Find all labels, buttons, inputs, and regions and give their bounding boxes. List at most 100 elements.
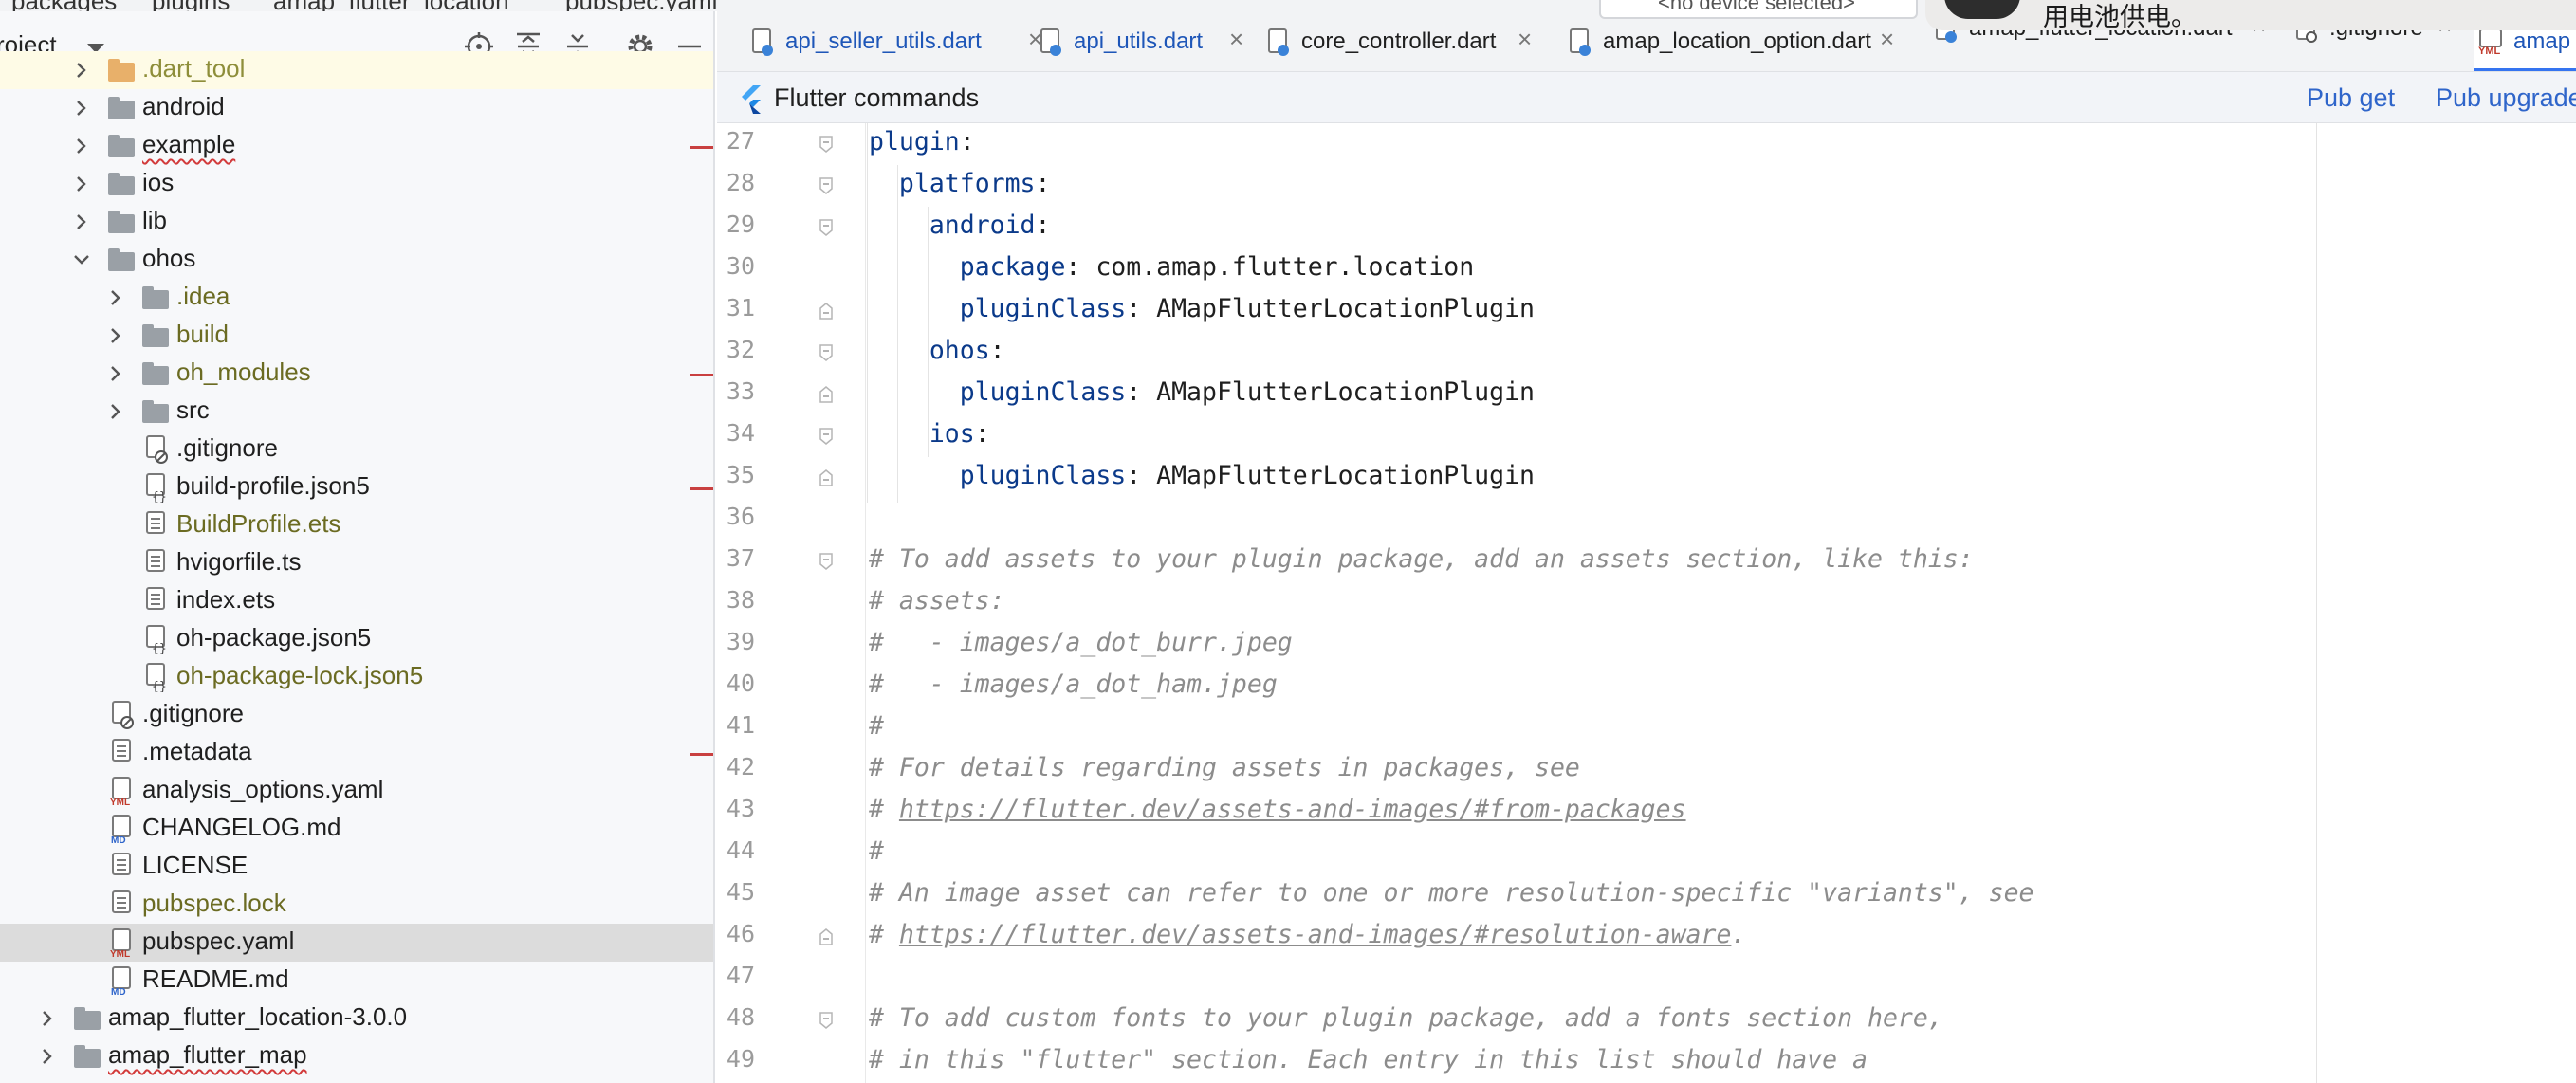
pub-upgrade-link[interactable]: Pub upgrade: [2436, 83, 2576, 113]
code-line[interactable]: 37 # To add assets to your plugin package…: [717, 541, 2576, 582]
comment-link[interactable]: https://flutter.dev/assets-and-images/#f…: [899, 795, 1686, 824]
tree-item[interactable]: build: [0, 317, 713, 355]
close-icon[interactable]: ×: [1880, 25, 1894, 54]
breadcrumb-item[interactable]: pubspec.yaml: [565, 0, 717, 11]
fold-open-icon[interactable]: [818, 218, 835, 237]
code-line[interactable]: 30 package: com.amap.flutter.location: [717, 248, 2576, 290]
breadcrumb-item[interactable]: packages: [11, 0, 117, 11]
system-notification[interactable]: 用电池供电。: [1925, 0, 2576, 31]
code-line[interactable]: 34 ios:: [717, 415, 2576, 457]
code-line[interactable]: 33 pluginClass: AMapFlutterLocationPlugi…: [717, 374, 2576, 415]
fold-open-icon[interactable]: [818, 427, 835, 446]
tree-item[interactable]: MD CHANGELOG.md: [0, 810, 713, 848]
tree-item[interactable]: .metadata: [0, 734, 713, 772]
tree-item[interactable]: LICENSE: [0, 848, 713, 886]
chevron-right-icon[interactable]: [72, 61, 91, 80]
code-line[interactable]: 39 # - images/a_dot_burr.jpeg: [717, 624, 2576, 666]
close-icon[interactable]: ×: [1518, 25, 1532, 54]
tree-item[interactable]: .idea: [0, 279, 713, 317]
code-text: # - images/a_dot_burr.jpeg: [869, 628, 1293, 657]
tree-item[interactable]: .gitignore: [0, 696, 713, 734]
gitignore-file-icon: [146, 435, 168, 464]
code-line[interactable]: 44 #: [717, 833, 2576, 874]
tree-item[interactable]: {} build-profile.json5: [0, 468, 713, 506]
tree-item[interactable]: pubspec.lock: [0, 886, 713, 924]
code-text: # https://flutter.dev/assets-and-images/…: [869, 795, 1686, 824]
code-line[interactable]: 45 # An image asset can refer to one or m…: [717, 874, 2576, 916]
chevron-right-icon[interactable]: [106, 288, 125, 307]
tree-item-label: pubspec.lock: [142, 889, 286, 917]
tree-item[interactable]: hvigorfile.ts: [0, 544, 713, 582]
line-number: 40: [726, 670, 755, 697]
chevron-right-icon[interactable]: [72, 99, 91, 118]
code-line[interactable]: 27 plugin:: [717, 123, 2576, 165]
tree-item[interactable]: .dart_tool: [0, 51, 713, 89]
code-line[interactable]: 40 # - images/a_dot_ham.jpeg: [717, 666, 2576, 707]
chevron-right-icon[interactable]: [72, 212, 91, 231]
tree-item[interactable]: index.ets: [0, 582, 713, 620]
code-editor[interactable]: 27 plugin: 28 platforms: 29 android: 30 pack…: [717, 123, 2576, 1083]
code-line[interactable]: 38 # assets:: [717, 582, 2576, 624]
breadcrumb-item[interactable]: amap_flutter_location: [273, 0, 509, 11]
tree-item[interactable]: amap_flutter_map: [0, 1037, 713, 1075]
chevron-right-icon[interactable]: [106, 364, 125, 383]
tree-item[interactable]: example: [0, 127, 713, 165]
fold-open-icon[interactable]: [818, 176, 835, 195]
breadcrumb-item[interactable]: plugins: [152, 0, 230, 11]
fold-close-icon[interactable]: [818, 385, 835, 404]
close-icon[interactable]: ×: [1229, 25, 1243, 54]
json-file-icon: {}: [146, 625, 167, 654]
tree-item[interactable]: ios: [0, 165, 713, 203]
code-line[interactable]: 43 # https://flutter.dev/assets-and-image…: [717, 791, 2576, 833]
fold-open-icon[interactable]: [818, 1011, 835, 1030]
code-line[interactable]: 41 #: [717, 707, 2576, 749]
code-line[interactable]: 35 pluginClass: AMapFlutterLocationPlugi…: [717, 457, 2576, 499]
tree-item[interactable]: {} oh-package.json5: [0, 620, 713, 658]
chevron-right-icon[interactable]: [72, 137, 91, 156]
tree-item[interactable]: YML pubspec.yaml: [0, 924, 713, 962]
code-line[interactable]: 48 # To add custom fonts to your plugin p…: [717, 1000, 2576, 1041]
tree-item[interactable]: amap_flutter_location-3.0.0: [0, 1000, 713, 1037]
tree-item[interactable]: src: [0, 393, 713, 431]
code-line[interactable]: 46 # https://flutter.dev/assets-and-image…: [717, 916, 2576, 958]
fold-close-icon[interactable]: [818, 927, 835, 946]
chevron-right-icon[interactable]: [38, 1047, 57, 1066]
tree-item[interactable]: YML analysis_options.yaml: [0, 772, 713, 810]
tree-item[interactable]: oh_modules: [0, 355, 713, 393]
tree-item[interactable]: .gitignore: [0, 431, 713, 468]
fold-open-icon[interactable]: [818, 552, 835, 571]
device-selector[interactable]: <no device selected>: [1599, 0, 1918, 19]
tree-item[interactable]: ohos: [0, 241, 713, 279]
code-line[interactable]: 49 # in this "flutter" section. Each entr…: [717, 1041, 2576, 1083]
fold-close-icon[interactable]: [818, 468, 835, 487]
chevron-right-icon[interactable]: [72, 174, 91, 193]
code-line[interactable]: 31 pluginClass: AMapFlutterLocationPlugi…: [717, 290, 2576, 332]
tree-item[interactable]: {} oh-package-lock.json5: [0, 658, 713, 696]
fold-open-icon[interactable]: [818, 343, 835, 362]
folder-icon: [108, 59, 135, 82]
pub-get-link[interactable]: Pub get: [2307, 83, 2395, 113]
chevron-right-icon[interactable]: [106, 326, 125, 345]
code-line[interactable]: 28 platforms:: [717, 165, 2576, 207]
chevron-right-icon[interactable]: [106, 402, 125, 421]
code-line[interactable]: 32 ohos:: [717, 332, 2576, 374]
flutter-commands-title: Flutter commands: [774, 83, 980, 112]
fold-close-icon[interactable]: [818, 302, 835, 321]
comment-link[interactable]: https://flutter.dev/assets-and-images/#r…: [899, 920, 1732, 949]
chevron-right-icon[interactable]: [38, 1009, 57, 1028]
code-token: :: [1035, 169, 1051, 198]
tree-item-label: ios: [142, 168, 175, 196]
tree-item[interactable]: android: [0, 89, 713, 127]
code-line[interactable]: 42 # For details regarding assets in pack…: [717, 749, 2576, 791]
tree-item[interactable]: MD README.md: [0, 962, 713, 1000]
fold-open-icon[interactable]: [818, 135, 835, 154]
code-line[interactable]: 47: [717, 958, 2576, 1000]
chevron-down-icon[interactable]: [72, 250, 91, 269]
code-text: pluginClass: AMapFlutterLocationPlugin: [869, 461, 1535, 490]
tree-item[interactable]: BuildProfile.ets: [0, 506, 713, 544]
tree-item[interactable]: lib: [0, 203, 713, 241]
code-line[interactable]: 29 android:: [717, 207, 2576, 248]
tree-item-label: android: [142, 92, 225, 120]
line-number: 30: [726, 252, 755, 280]
code-line[interactable]: 36: [717, 499, 2576, 541]
